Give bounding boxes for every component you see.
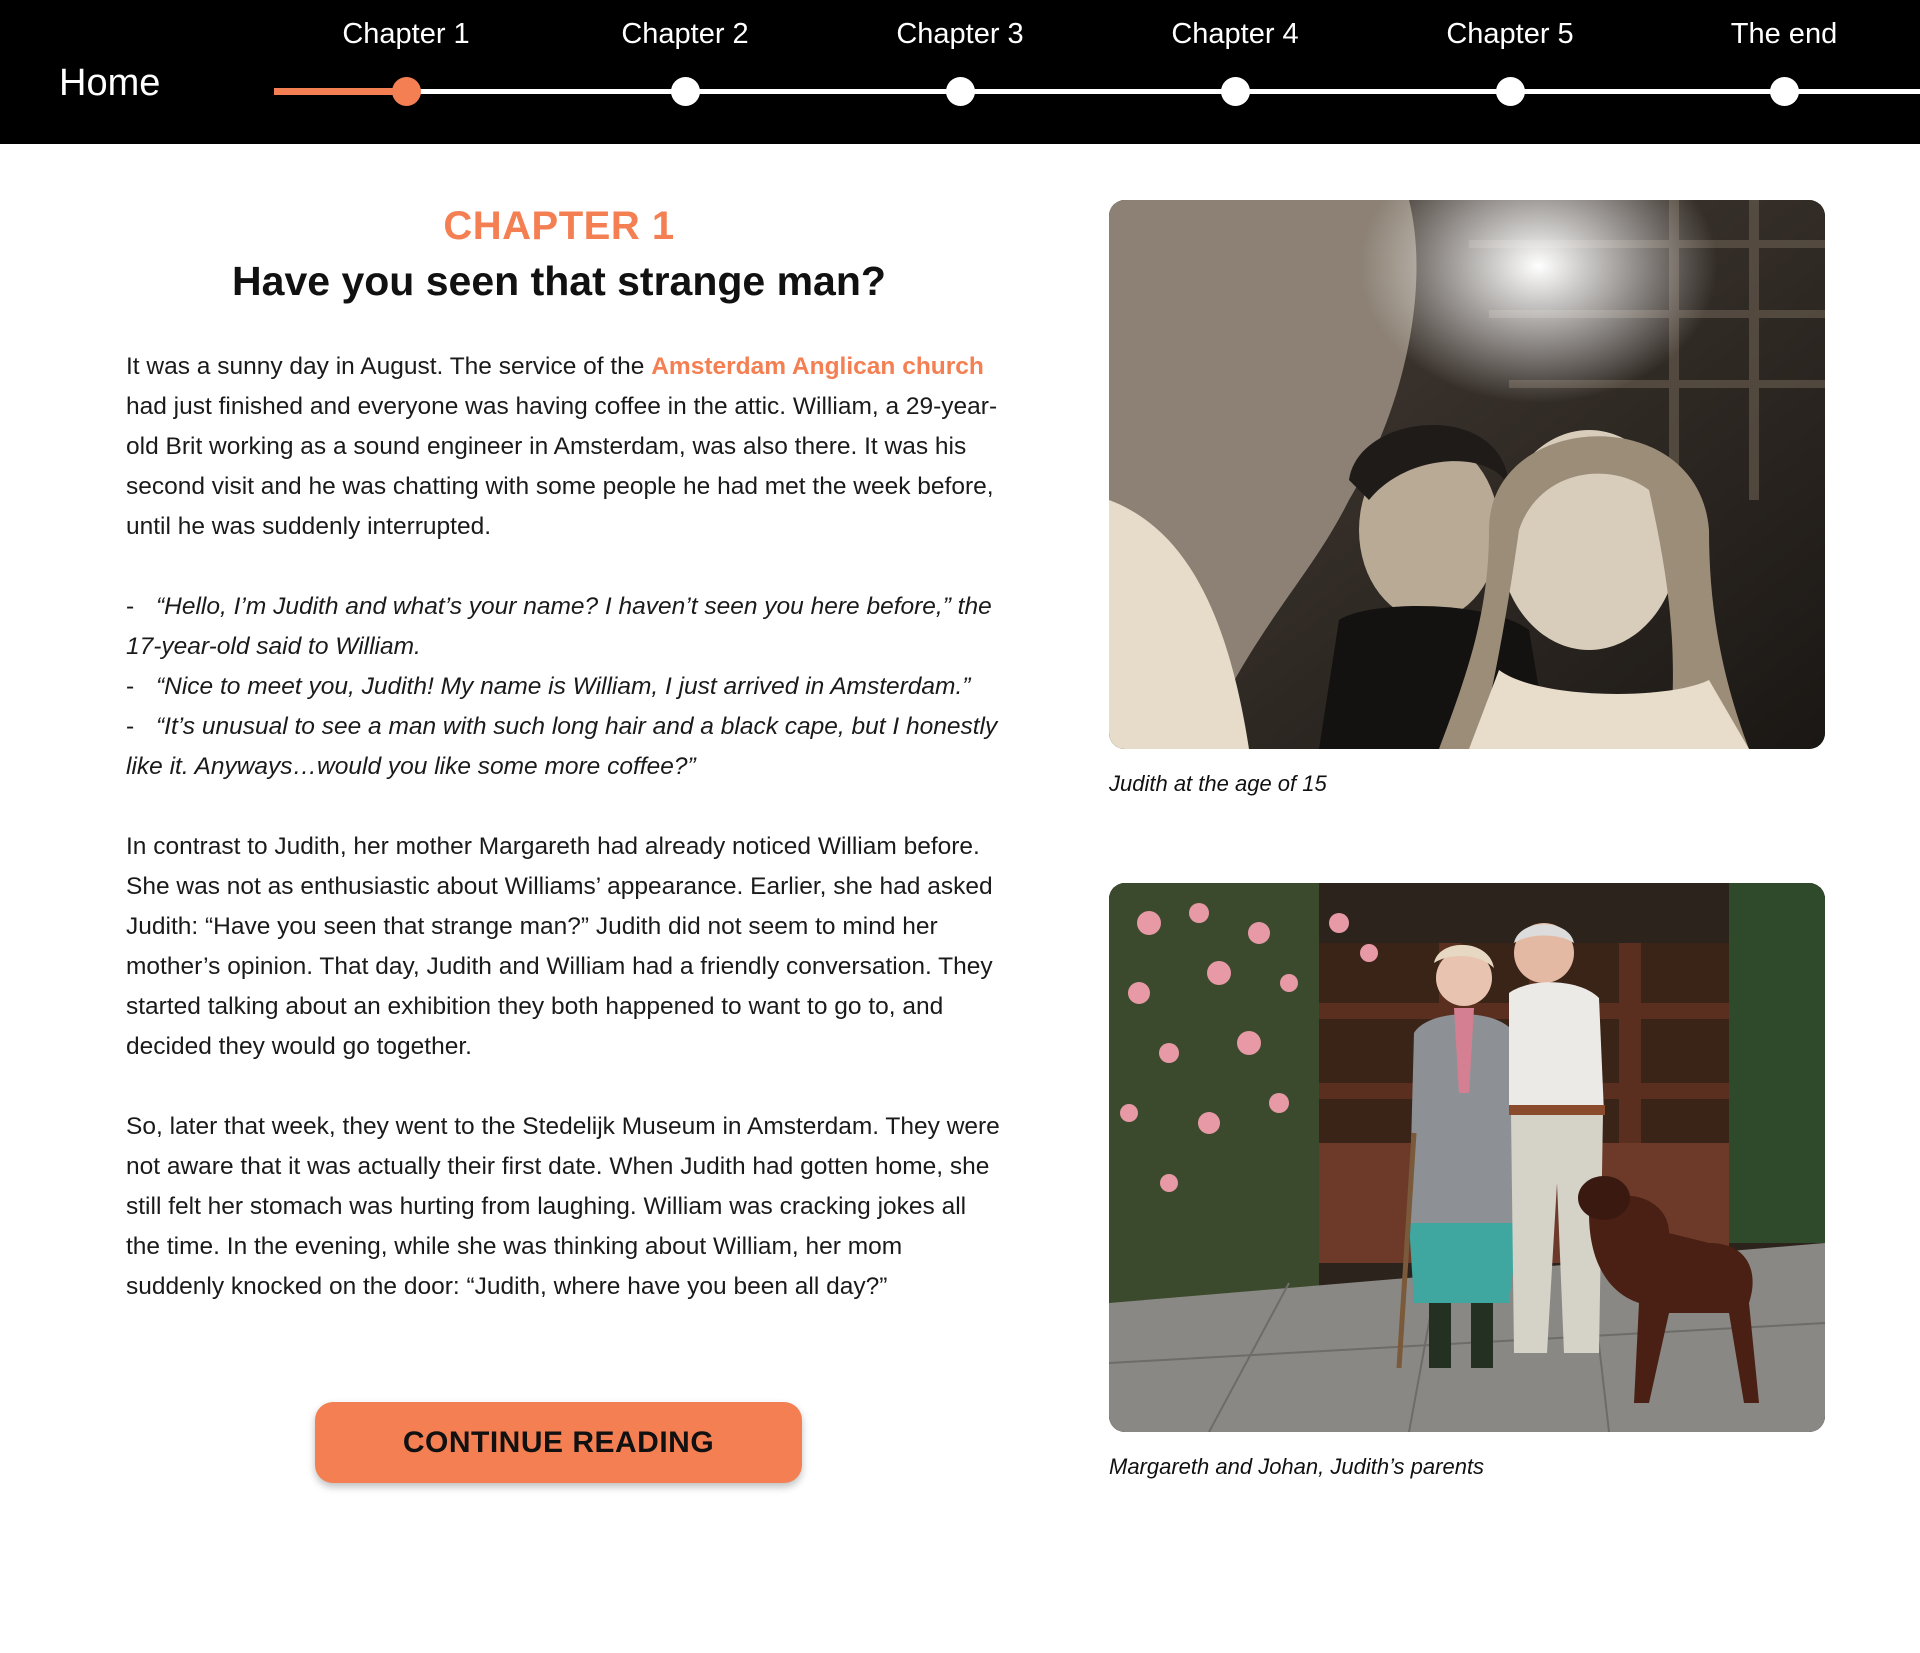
story-paragraph-2: In contrast to Judith, her mother Margar…	[126, 833, 993, 1060]
dialogue-text: “Hello, I’m Judith and what’s your name?…	[126, 593, 992, 660]
photo-caption: Judith at the age of 15	[1109, 771, 1327, 796]
story-paragraph-3: So, later that week, they went to the St…	[126, 1113, 1000, 1300]
nav-step-dot	[1770, 77, 1799, 106]
nav-step-label: Chapter 1	[342, 18, 470, 50]
dialogue-block: - “Hello, I’m Judith and what’s your name…	[126, 587, 1006, 787]
dialogue-text: “It’s unusual to see a man with such lon…	[126, 713, 998, 780]
home-link[interactable]: Home	[59, 62, 160, 105]
nav-step-chapter-1[interactable]: Chapter 1	[306, 0, 506, 144]
nav-step-chapter-3[interactable]: Chapter 3	[860, 0, 1060, 144]
nav-step-dot	[1221, 77, 1250, 106]
photo-judith-illustration	[1109, 200, 1825, 749]
nav-step-label: Chapter 4	[1171, 18, 1299, 50]
paragraph-text: had just finished and everyone was havin…	[126, 393, 998, 540]
chapter-number: CHAPTER 1	[443, 204, 675, 248]
dialogue-line: - “It’s unusual to see a man with such lo…	[126, 707, 1006, 787]
dialogue-line: - “Hello, I’m Judith and what’s your name…	[126, 587, 1006, 667]
nav-step-dot	[671, 77, 700, 106]
photo-judith-age-15	[1109, 200, 1825, 749]
nav-step-dot	[946, 77, 975, 106]
top-navigation-bar: Home Chapter 1 Chapter 2 Chapter 3 Chapt…	[0, 0, 1920, 144]
dialogue-dash: -	[126, 713, 135, 740]
nav-step-chapter-5[interactable]: Chapter 5	[1410, 0, 1610, 144]
dialogue-dash: -	[126, 593, 135, 620]
amsterdam-anglican-church-link[interactable]: Amsterdam Anglican church	[651, 353, 984, 380]
dialogue-text: “Nice to meet you, Judith! My name is Wi…	[156, 673, 971, 700]
photo-parents-illustration	[1109, 883, 1825, 1432]
nav-step-chapter-4[interactable]: Chapter 4	[1135, 0, 1335, 144]
nav-step-dot	[1496, 77, 1525, 106]
nav-step-chapter-2[interactable]: Chapter 2	[585, 0, 785, 144]
nav-step-dot-active	[392, 77, 421, 106]
dialogue-line: - “Nice to meet you, Judith! My name is W…	[126, 667, 1006, 707]
paragraph-text: It was a sunny day in August. The servic…	[126, 353, 652, 380]
nav-step-label: Chapter 5	[1446, 18, 1574, 50]
progress-track	[274, 89, 1920, 94]
continue-reading-button[interactable]: CONTINUE READING	[315, 1402, 802, 1483]
nav-step-label: Chapter 3	[896, 18, 1024, 50]
dialogue-dash: -	[126, 673, 135, 700]
photo-margareth-and-johan	[1109, 883, 1825, 1432]
nav-step-label: The end	[1730, 18, 1838, 50]
nav-step-label: Chapter 2	[621, 18, 749, 50]
chapter-title: Have you seen that strange man?	[232, 258, 886, 304]
photo-caption: Margareth and Johan, Judith’s parents	[1109, 1454, 1485, 1479]
story-paragraph-1: It was a sunny day in August. The servic…	[126, 347, 1006, 547]
nav-step-the-end[interactable]: The end	[1684, 0, 1884, 144]
